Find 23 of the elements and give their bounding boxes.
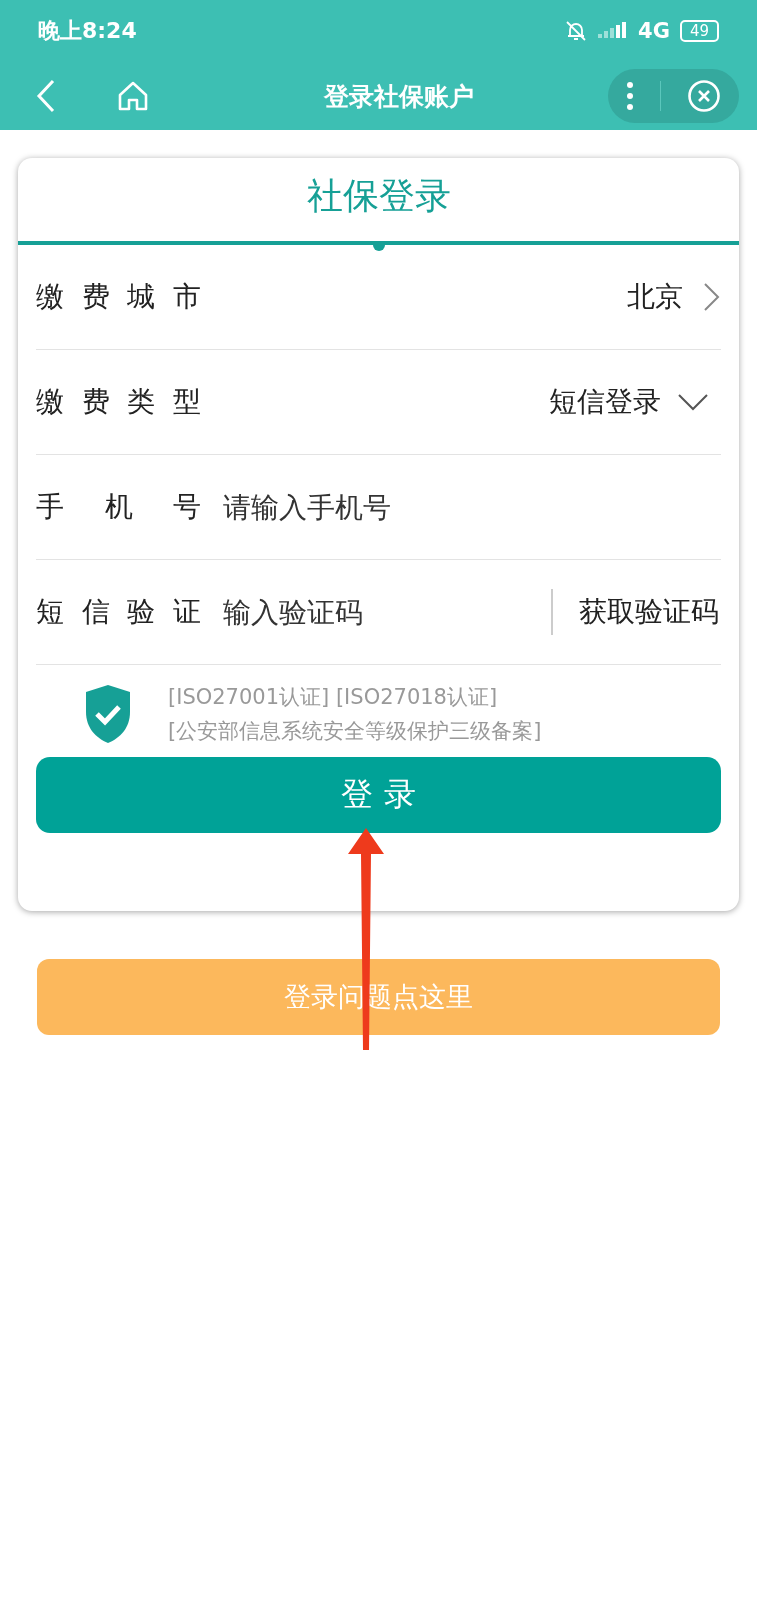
get-code-button[interactable]: 获取验证码: [551, 589, 721, 635]
login-button[interactable]: 登 录: [36, 757, 721, 833]
type-value: 短信登录: [549, 384, 661, 420]
network-type: 4G: [638, 19, 670, 43]
field-label: 缴费类型: [36, 384, 201, 420]
certification-text: [ISO27001认证] [ISO27018认证]: [168, 684, 499, 711]
phone-input-field[interactable]: 请输入手机号: [221, 489, 721, 525]
chevron-right-icon: [703, 282, 721, 312]
chevron-down-icon: [677, 393, 709, 411]
more-button[interactable]: [626, 81, 634, 111]
login-tab[interactable]: 社保登录: [18, 158, 739, 241]
field-label: 缴费城市: [36, 279, 201, 315]
close-button[interactable]: [687, 79, 721, 113]
status-time: 晚上8:24: [38, 17, 137, 45]
field-label: 手机号: [36, 489, 201, 525]
page-title: 登录社保账户: [322, 80, 475, 113]
field-label: 短信验证: [36, 594, 201, 630]
back-button[interactable]: [36, 79, 56, 113]
certification-text: [公安部信息系统安全等级保护三级备案]: [168, 718, 542, 745]
battery-level: 49: [679, 20, 719, 42]
city-value: 北京: [627, 279, 683, 315]
home-button[interactable]: [116, 79, 150, 113]
code-input-field[interactable]: 输入验证码: [221, 594, 551, 630]
